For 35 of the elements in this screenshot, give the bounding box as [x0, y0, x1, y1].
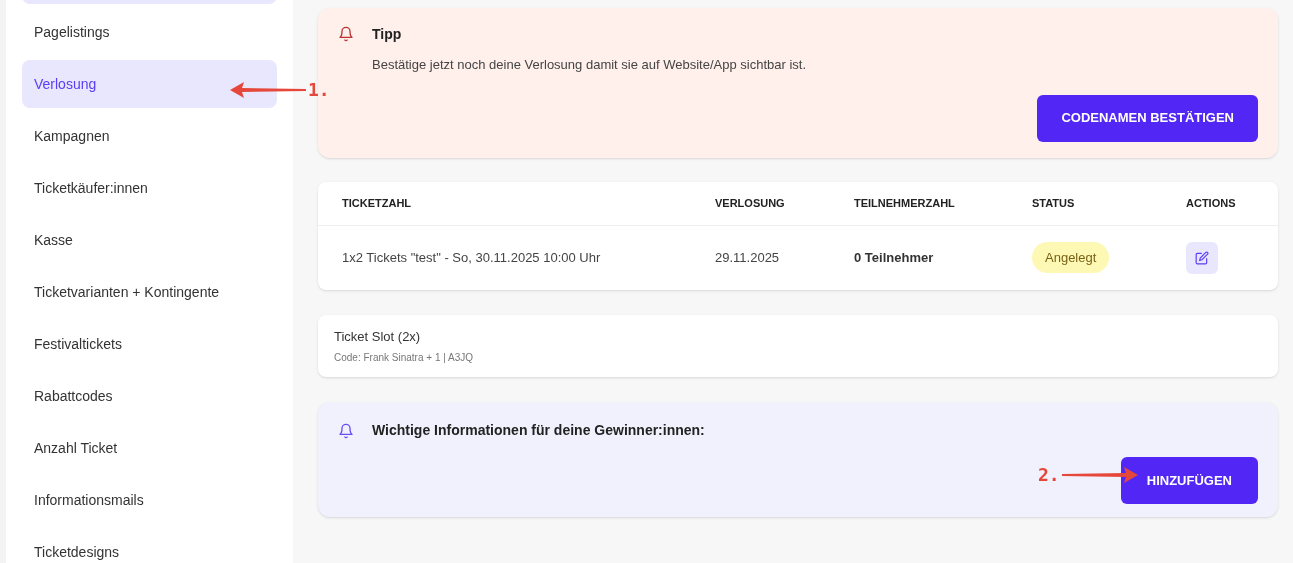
column-header: TEILNEHMERZAHL	[854, 196, 956, 212]
confirm-button[interactable]: CODENAMEN BESTÄTIGEN	[1037, 94, 1258, 142]
bell-icon	[338, 421, 354, 440]
column-header: STATUS	[1032, 196, 1076, 212]
slot-title: Ticket Slot (2x)	[334, 327, 422, 346]
info-title: Wichtige Informationen für deine Gewinner:innen:	[372, 421, 705, 440]
sidebar-item[interactable]: Ticketdesigns	[22, 528, 277, 563]
sidebar-item[interactable]: Kasse	[22, 216, 277, 264]
bell-icon	[338, 25, 354, 43]
status-badge: Angelegt	[1032, 241, 1110, 274]
sidebar-item[interactable]: Rabattcodes	[22, 372, 277, 420]
table-cell-text: 29.11.2025	[715, 248, 781, 267]
sidebar-item[interactable]: Pagelistings	[22, 8, 277, 56]
column-header: ACTIONS	[1186, 196, 1236, 212]
annotation-number: 1.	[308, 78, 330, 102]
table-cell-text: 1x2 Tickets "test" - So, 30.11.2025 10:00 Uhr	[342, 248, 602, 267]
sidebar-item[interactable]: Festivaltickets	[22, 320, 277, 368]
annotation-number: 2.	[1038, 463, 1060, 487]
sidebar-item[interactable]: Verlosung	[22, 60, 277, 108]
sidebar-item[interactable]: Ticketvarianten + Kontingente	[22, 268, 277, 316]
sidebar-item[interactable]: Ticketkäufer:innen	[22, 164, 277, 212]
sidebar-item[interactable]: Kampagnen	[22, 112, 277, 160]
column-header: VERLOSUNG	[715, 196, 786, 212]
arrow-icon	[1061, 466, 1138, 483]
edit-icon	[1195, 250, 1209, 265]
table-cell-text: 0 Teilnehmer	[854, 248, 935, 267]
tip-title: Tipp	[372, 25, 403, 44]
sidebar-item[interactable]: Informationsmails	[22, 476, 277, 524]
add-button[interactable]: HINZUFÜGEN	[1120, 457, 1258, 504]
sidebar-item[interactable]: Anzahl Ticket	[22, 424, 277, 472]
column-header: TICKETZAHL	[342, 196, 413, 212]
tip-text: Bestätige jetzt noch deine Verlosung damit sie auf Website/App sichtbar ist.	[372, 56, 807, 74]
edit-button[interactable]	[1186, 241, 1218, 274]
slot-code: Code: Frank Sinatra + 1 | A3JQ	[334, 351, 475, 366]
arrow-icon	[230, 81, 306, 98]
